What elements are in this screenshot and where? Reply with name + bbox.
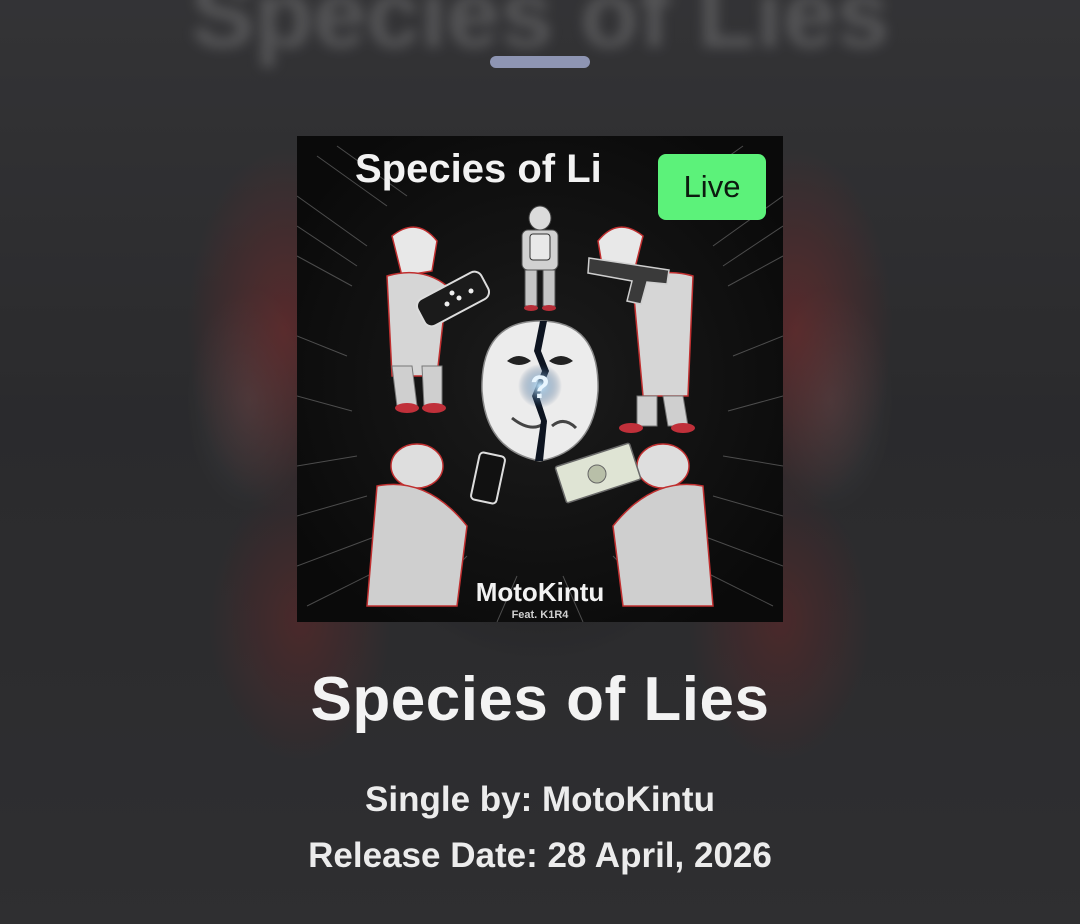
- cover-feat-text: Feat. K1R4: [512, 609, 570, 621]
- mask-question-mark: ?: [530, 369, 550, 405]
- mask-center: ?: [481, 320, 599, 462]
- live-status-badge: Live: [658, 154, 766, 220]
- sheet-drag-handle[interactable]: [490, 56, 590, 68]
- release-date-line: Release Date: 28 April, 2026: [308, 836, 772, 875]
- cover-title-text: Species of Li: [355, 147, 602, 191]
- single-artist-line: Single by: MotoKintu: [365, 780, 715, 819]
- cover-artist-text: MotoKintu: [476, 577, 605, 607]
- song-title: Species of Lies: [310, 665, 770, 734]
